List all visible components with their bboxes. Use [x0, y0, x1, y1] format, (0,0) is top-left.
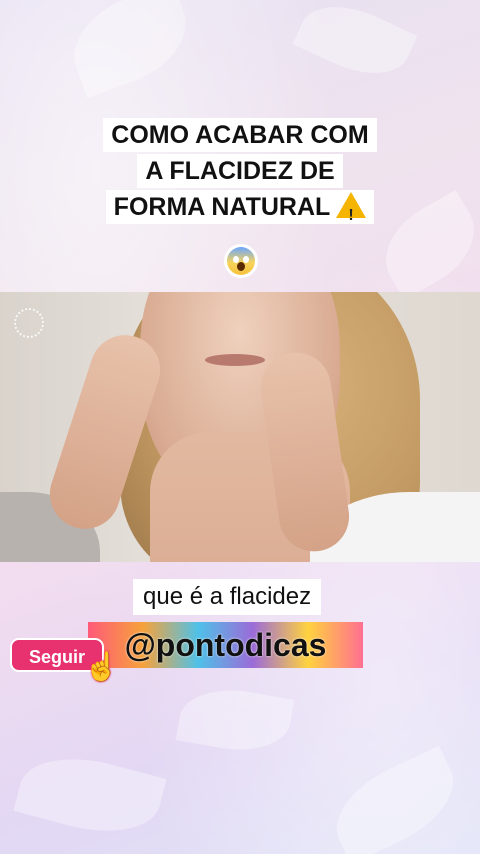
- title-line-3: FORMA NATURAL!: [105, 190, 375, 224]
- woman-neck-photo: [0, 292, 480, 562]
- leaf-decoration: [175, 680, 295, 760]
- leaf-decoration: [292, 0, 418, 91]
- subtitle-caption: que é a flacidez: [133, 579, 322, 615]
- title-line-1: COMO ACABAR COM: [103, 118, 377, 152]
- title-line-2: A FLACIDEZ DE: [137, 154, 343, 188]
- video-title: COMO ACABAR COM A FLACIDEZ DE FORMA NATU…: [0, 118, 480, 226]
- leaf-decoration: [321, 745, 469, 864]
- account-handle-banner[interactable]: @pontodicas: [88, 622, 363, 668]
- account-handle[interactable]: @pontodicas: [88, 622, 363, 668]
- watermark-logo-icon: [14, 308, 44, 338]
- leaf-decoration: [59, 0, 201, 99]
- title-line-3-text: FORMA NATURAL: [113, 193, 331, 221]
- hand-pointer-icon: ☝: [84, 651, 119, 682]
- warning-icon: !: [336, 192, 367, 224]
- scared-face-emoji-icon: [224, 244, 258, 278]
- leaf-decoration: [13, 743, 167, 847]
